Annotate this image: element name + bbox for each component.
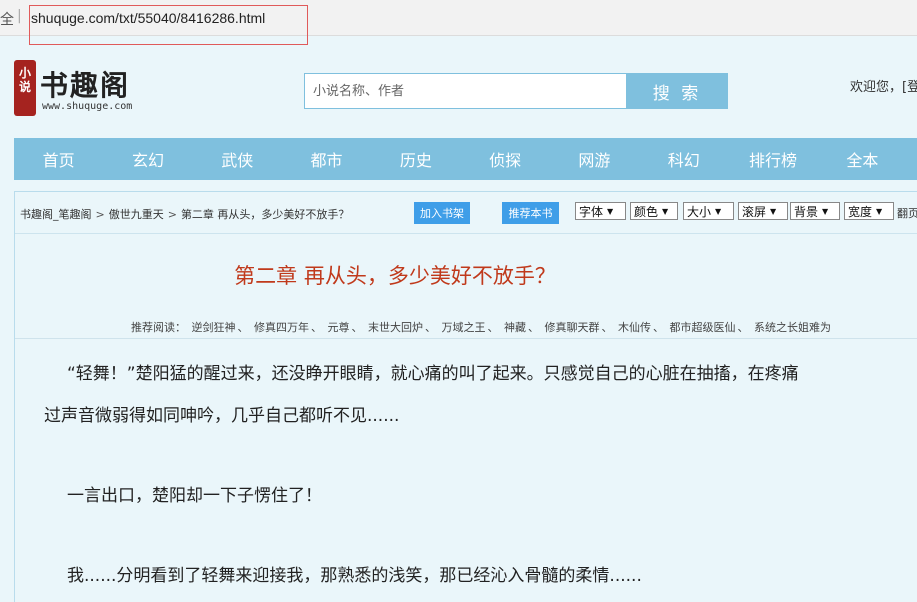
recommend-link[interactable]: 神藏 bbox=[504, 321, 526, 334]
breadcrumb-chapter: 第二章 再从头，多少美好不放手？ bbox=[180, 208, 350, 221]
chapter-title: 第二章 再从头，多少美好不放手？ bbox=[234, 264, 556, 288]
chapter-paragraph: “轻舞！”楚阳猛的醒过来，还没睁开眼睛，就心痛的叫了起来。只感觉自己的心脏在抽搐… bbox=[67, 364, 799, 384]
nav-item-quanben[interactable]: 全本 bbox=[818, 138, 907, 180]
reading-area: 书趣阁_笔趣阁 > 傲世九重天 > 第二章 再从头，多少美好不放手？ 加入书架 推荐本书… bbox=[14, 191, 917, 602]
add-to-shelf-button[interactable]: 加入书架 bbox=[414, 202, 470, 224]
nav-item-zhentan[interactable]: 侦探 bbox=[460, 138, 549, 180]
recommend-link[interactable]: 木仙传 bbox=[618, 321, 651, 334]
recommend-link[interactable]: 末世大回炉 bbox=[368, 321, 423, 334]
scroll-select[interactable]: 滚屏 ▼ bbox=[738, 202, 788, 220]
color-select[interactable]: 颜色 ▼ bbox=[630, 202, 678, 220]
dropdown-arrow-icon: ▼ bbox=[662, 206, 669, 216]
breadcrumb-site[interactable]: 书趣阁_笔趣阁 bbox=[20, 208, 92, 221]
width-select[interactable]: 宽度 ▼ bbox=[844, 202, 894, 220]
recommend-book-button[interactable]: 推荐本书 bbox=[502, 202, 559, 224]
background-select[interactable]: 背景 ▼ bbox=[790, 202, 840, 220]
nav-item-xuanhuan[interactable]: 玄幻 bbox=[103, 138, 192, 180]
recommend-link[interactable]: 元尊 bbox=[328, 321, 350, 334]
chapter-paragraph: 过声音微弱得如同呻吟，几乎自己都听不见...... bbox=[44, 406, 400, 426]
reading-toolbar: 书趣阁_笔趣阁 > 傲世九重天 > 第二章 再从头，多少美好不放手？ 加入书架 推荐本书… bbox=[15, 192, 917, 234]
nav-item-ranking[interactable]: 排行榜 bbox=[728, 138, 817, 180]
dropdown-arrow-icon: ▼ bbox=[822, 206, 829, 216]
nav-item-home[interactable]: 首页 bbox=[14, 138, 103, 180]
address-separator: | bbox=[17, 8, 22, 24]
url-highlight-box bbox=[29, 5, 308, 45]
search-button[interactable]: 搜 索 bbox=[626, 73, 728, 109]
breadcrumb-book[interactable]: 傲世九重天 bbox=[109, 208, 164, 221]
breadcrumb-separator: > bbox=[95, 208, 105, 221]
logo-text: 书趣阁 bbox=[40, 69, 131, 102]
welcome-text: 欢迎您，[登 bbox=[850, 80, 917, 95]
recommend-link[interactable]: 逆剑狂神 bbox=[192, 321, 236, 334]
site-logo[interactable]: 小说 书趣阁 www.shuquge.com bbox=[14, 60, 144, 116]
recommend-link[interactable]: 修真四万年 bbox=[254, 321, 309, 334]
recommend-link[interactable]: 都市超级医仙 bbox=[670, 321, 736, 334]
search-input[interactable] bbox=[305, 74, 626, 108]
logo-domain: www.shuquge.com bbox=[42, 101, 133, 112]
dropdown-arrow-icon: ▼ bbox=[607, 206, 614, 216]
nav-item-wangyou[interactable]: 网游 bbox=[550, 138, 639, 180]
nav-item-lishi[interactable]: 历史 bbox=[371, 138, 460, 180]
chapter-paragraph: 我......分明看到了轻舞来迎接我，那熟悉的浅笑，那已经沁入骨髓的柔情....… bbox=[67, 566, 642, 586]
breadcrumb-separator: > bbox=[167, 208, 177, 221]
recommended-reading: 推荐阅读： 逆剑狂神、 修真四万年、 元尊、 末世大回炉、 万域之王、 神藏、 … bbox=[131, 321, 831, 334]
nav-item-wuxia[interactable]: 武侠 bbox=[193, 138, 282, 180]
address-prefix: 全 bbox=[0, 12, 14, 28]
logo-seal: 小说 bbox=[14, 60, 36, 116]
recommend-link[interactable]: 系统之长姐难为 bbox=[754, 321, 831, 334]
recommend-link[interactable]: 修真聊天群 bbox=[545, 321, 600, 334]
page-turn-select[interactable]: 翻页 bbox=[897, 205, 917, 221]
main-nav: 首页 玄幻 武侠 都市 历史 侦探 网游 科幻 排行榜 全本 bbox=[14, 138, 917, 180]
dropdown-arrow-icon: ▼ bbox=[770, 206, 777, 216]
dropdown-arrow-icon: ▼ bbox=[715, 206, 722, 216]
nav-item-dushi[interactable]: 都市 bbox=[282, 138, 371, 180]
recommend-link[interactable]: 万域之王 bbox=[442, 321, 486, 334]
nav-item-kehuan[interactable]: 科幻 bbox=[639, 138, 728, 180]
content-divider bbox=[15, 338, 917, 339]
dropdown-arrow-icon: ▼ bbox=[876, 206, 883, 216]
breadcrumb: 书趣阁_笔趣阁 > 傲世九重天 > 第二章 再从头，多少美好不放手？ bbox=[20, 206, 349, 222]
search-box bbox=[304, 73, 627, 109]
recommend-label: 推荐阅读： bbox=[131, 321, 186, 334]
font-select[interactable]: 字体 ▼ bbox=[575, 202, 626, 220]
chapter-paragraph: 一言出口，楚阳却一下子愣住了！ bbox=[67, 486, 322, 506]
size-select[interactable]: 大小 ▼ bbox=[683, 202, 734, 220]
